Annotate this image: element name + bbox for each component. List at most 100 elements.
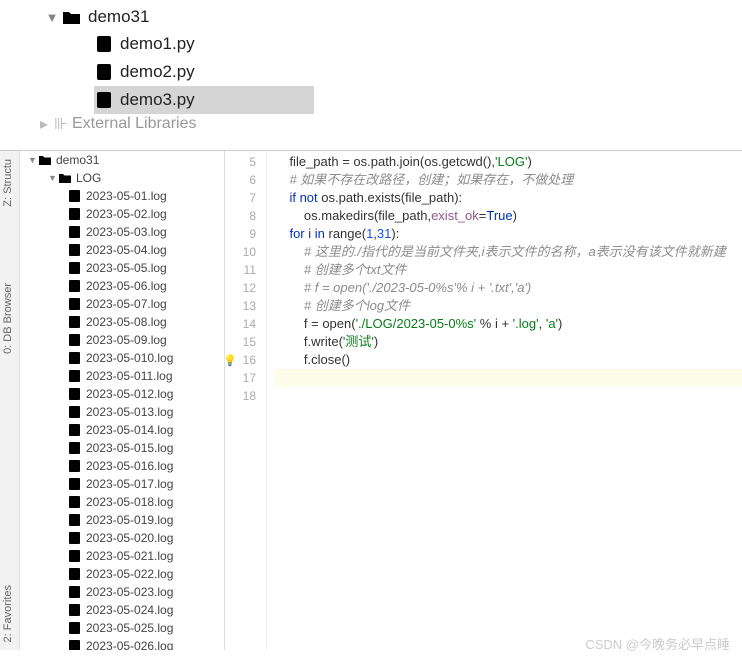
editor-content[interactable]: file_path = os.path.join(os.getcwd(),'LO… [267, 151, 742, 650]
log-file-item[interactable]: 2023-05-05.log [20, 259, 224, 277]
log-file-item[interactable]: 2023-05-07.log [20, 295, 224, 313]
lightbulb-icon[interactable]: 💡 [223, 352, 237, 370]
code-editor[interactable]: 5678910111213141516💡1718 file_path = os.… [225, 151, 742, 650]
log-file-label: 2023-05-018.log [86, 495, 173, 509]
chevron-down-icon[interactable]: ▼ [48, 173, 58, 183]
side-tab-structure[interactable]: Z: Structu [0, 151, 16, 215]
external-libraries-node[interactable]: ▸ ⊪ External Libraries [0, 114, 742, 134]
file-icon [68, 585, 82, 599]
project-file-item[interactable]: demo1.py [94, 30, 742, 58]
chevron-down-icon[interactable]: ▼ [28, 155, 38, 165]
code-line[interactable]: f.write('测试') [275, 333, 742, 351]
file-icon [68, 279, 82, 293]
code-line[interactable]: # 创建多个log文件 [275, 297, 742, 315]
file-tree-sidebar[interactable]: ▼ demo31 ▼ LOG 2023-05-01.log 2023-05-02.… [20, 151, 225, 650]
code-line[interactable]: if not os.path.exists(file_path): [275, 189, 742, 207]
side-tabs-left: Z: Structu 0: DB Browser 2: Favorites [0, 151, 20, 650]
project-file-item[interactable]: demo3.py [94, 86, 314, 114]
log-file-item[interactable]: 2023-05-011.log [20, 367, 224, 385]
file-icon [68, 225, 82, 239]
log-file-label: 2023-05-08.log [86, 315, 167, 329]
file-icon [68, 189, 82, 203]
file-icon [68, 387, 82, 401]
log-file-label: 2023-05-012.log [86, 387, 173, 401]
side-tree-log-folder[interactable]: ▼ LOG [20, 169, 224, 187]
file-icon [68, 351, 82, 365]
code-line[interactable]: for i in range(1,31): [275, 225, 742, 243]
log-file-label: 2023-05-04.log [86, 243, 167, 257]
lower-panel: Z: Structu 0: DB Browser 2: Favorites ▼ … [0, 150, 742, 650]
folder-icon [38, 154, 52, 166]
file-icon [68, 639, 82, 650]
project-root-node[interactable]: ▼ demo31 [46, 4, 742, 30]
side-tab-favorites[interactable]: 2: Favorites [0, 577, 19, 650]
log-file-label: 2023-05-021.log [86, 549, 173, 563]
log-file-label: 2023-05-015.log [86, 441, 173, 455]
file-icon [68, 459, 82, 473]
project-file-item[interactable]: demo2.py [94, 58, 742, 86]
log-file-item[interactable]: 2023-05-020.log [20, 529, 224, 547]
gutter-line-number: 11 [225, 261, 256, 279]
code-line[interactable] [275, 369, 742, 387]
log-file-label: 2023-05-026.log [86, 639, 173, 650]
file-icon [68, 603, 82, 617]
log-file-label: 2023-05-05.log [86, 261, 167, 275]
log-file-item[interactable]: 2023-05-017.log [20, 475, 224, 493]
log-file-label: 2023-05-024.log [86, 603, 173, 617]
code-line[interactable]: os.makedirs(file_path,exist_ok=True) [275, 207, 742, 225]
log-file-item[interactable]: 2023-05-013.log [20, 403, 224, 421]
gutter-line-number: 7 [225, 189, 256, 207]
project-file-label: demo2.py [120, 62, 195, 82]
code-line[interactable]: f.close() [275, 351, 742, 369]
log-file-item[interactable]: 2023-05-04.log [20, 241, 224, 259]
log-file-item[interactable]: 2023-05-08.log [20, 313, 224, 331]
file-icon [68, 495, 82, 509]
code-line[interactable]: file_path = os.path.join(os.getcwd(),'LO… [275, 153, 742, 171]
log-file-item[interactable]: 2023-05-026.log [20, 637, 224, 650]
folder-icon [58, 172, 72, 184]
log-file-label: 2023-05-02.log [86, 207, 167, 221]
python-file-icon [94, 35, 114, 53]
log-file-item[interactable]: 2023-05-09.log [20, 331, 224, 349]
gutter-line-number: 15 [225, 333, 256, 351]
side-tree-root[interactable]: ▼ demo31 [20, 151, 224, 169]
log-file-item[interactable]: 2023-05-023.log [20, 583, 224, 601]
project-file-label: demo3.py [120, 90, 195, 110]
log-file-label: 2023-05-01.log [86, 189, 167, 203]
log-file-item[interactable]: 2023-05-016.log [20, 457, 224, 475]
log-file-item[interactable]: 2023-05-03.log [20, 223, 224, 241]
side-tab-db-browser[interactable]: 0: DB Browser [0, 275, 16, 362]
code-line[interactable] [275, 387, 742, 405]
log-file-item[interactable]: 2023-05-014.log [20, 421, 224, 439]
log-file-item[interactable]: 2023-05-019.log [20, 511, 224, 529]
log-file-item[interactable]: 2023-05-012.log [20, 385, 224, 403]
code-line[interactable]: # 如果不存在改路径，创建；如果存在，不做处理 [275, 171, 742, 189]
log-file-item[interactable]: 2023-05-024.log [20, 601, 224, 619]
log-file-item[interactable]: 2023-05-021.log [20, 547, 224, 565]
log-file-label: 2023-05-017.log [86, 477, 173, 491]
log-file-item[interactable]: 2023-05-022.log [20, 565, 224, 583]
chevron-down-icon[interactable]: ▼ [46, 11, 58, 23]
log-file-item[interactable]: 2023-05-06.log [20, 277, 224, 295]
log-file-item[interactable]: 2023-05-018.log [20, 493, 224, 511]
log-file-label: 2023-05-025.log [86, 621, 173, 635]
project-root-label: demo31 [88, 7, 149, 27]
log-file-item[interactable]: 2023-05-015.log [20, 439, 224, 457]
file-icon [68, 423, 82, 437]
editor-gutter: 5678910111213141516💡1718 [225, 151, 267, 650]
file-icon [68, 333, 82, 347]
log-file-item[interactable]: 2023-05-01.log [20, 187, 224, 205]
gutter-line-number: 13 [225, 297, 256, 315]
folder-icon [62, 9, 82, 25]
code-line[interactable]: # 这里的./指代的是当前文件夹,i表示文件的名称，a表示没有该文件就新建 [275, 243, 742, 261]
log-file-label: 2023-05-010.log [86, 351, 173, 365]
code-line[interactable]: # 创建多个txt文件 [275, 261, 742, 279]
code-line[interactable]: # f = open('./2023-05-0%s'% i + '.txt','… [275, 279, 742, 297]
gutter-line-number: 9 [225, 225, 256, 243]
gutter-line-number: 16💡 [225, 351, 256, 369]
log-file-item[interactable]: 2023-05-010.log [20, 349, 224, 367]
log-file-item[interactable]: 2023-05-025.log [20, 619, 224, 637]
log-file-item[interactable]: 2023-05-02.log [20, 205, 224, 223]
code-line[interactable]: f = open('./LOG/2023-05-0%s' % i + '.log… [275, 315, 742, 333]
file-icon [68, 207, 82, 221]
